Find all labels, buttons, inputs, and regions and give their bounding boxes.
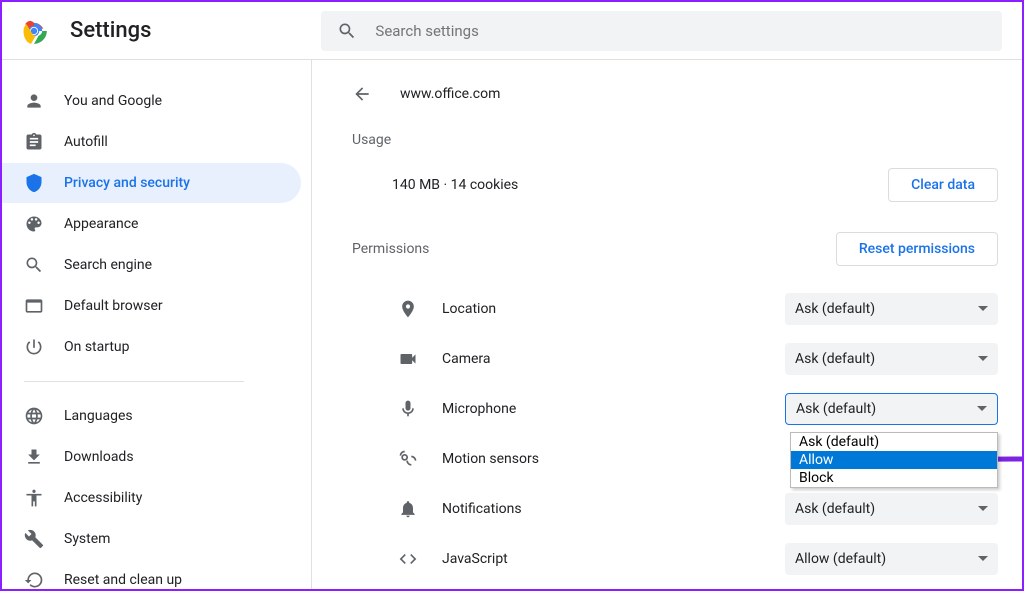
divider	[24, 381, 244, 382]
permission-label: Location	[442, 301, 785, 317]
permission-label: JavaScript	[442, 551, 785, 567]
camera-icon	[398, 349, 418, 369]
reset-icon	[24, 570, 44, 590]
permission-row-javascript: JavaScript Allow (default)	[352, 534, 1006, 584]
dropdown-option-allow[interactable]: Allow	[791, 451, 997, 469]
top-bar: Settings	[2, 2, 1022, 60]
bell-icon	[398, 499, 418, 519]
sidebar-item-you-and-google[interactable]: You and Google	[2, 81, 301, 121]
permission-label: Microphone	[442, 401, 785, 417]
download-icon	[24, 447, 44, 467]
palette-icon	[24, 214, 44, 234]
permissions-header: Permissions	[352, 241, 429, 257]
sidebar-item-label: Reset and clean up	[64, 572, 182, 588]
caret-down-icon	[978, 504, 988, 514]
sidebar-item-label: Privacy and security	[64, 175, 190, 191]
permission-select-microphone[interactable]: Ask (default)	[785, 393, 998, 425]
motion-sensor-icon	[398, 449, 418, 469]
globe-icon	[24, 406, 44, 426]
caret-down-icon	[978, 354, 988, 364]
chrome-logo-icon	[20, 17, 48, 45]
sidebar-item-accessibility[interactable]: Accessibility	[2, 478, 301, 518]
dropdown-option-ask[interactable]: Ask (default)	[791, 433, 997, 451]
sidebar-item-default-browser[interactable]: Default browser	[2, 286, 301, 326]
person-icon	[24, 91, 44, 111]
sidebar-item-languages[interactable]: Languages	[2, 396, 301, 436]
sidebar-item-appearance[interactable]: Appearance	[2, 204, 301, 244]
sidebar-item-privacy[interactable]: Privacy and security	[2, 163, 301, 203]
reset-permissions-button[interactable]: Reset permissions	[836, 232, 998, 266]
browser-icon	[24, 296, 44, 316]
sidebar-item-label: Autofill	[64, 134, 108, 150]
sidebar-item-label: System	[64, 531, 110, 547]
dropdown-option-block[interactable]: Block	[791, 469, 997, 487]
caret-down-icon	[978, 304, 988, 314]
caret-down-icon	[977, 404, 987, 414]
location-icon	[398, 299, 418, 319]
permission-row-notifications: Notifications Ask (default)	[352, 484, 1006, 534]
permission-select-location[interactable]: Ask (default)	[785, 293, 998, 325]
search-icon	[337, 21, 357, 41]
permission-label: Notifications	[442, 501, 785, 517]
sidebar-item-search[interactable]: Search engine	[2, 245, 301, 285]
shield-icon	[24, 173, 44, 193]
permission-select-camera[interactable]: Ask (default)	[785, 343, 998, 375]
clipboard-icon	[24, 132, 44, 152]
sidebar-item-label: Accessibility	[64, 490, 142, 506]
sidebar-item-label: Downloads	[64, 449, 134, 465]
permission-row-location: Location Ask (default)	[352, 284, 1006, 334]
usage-text: 140 MB · 14 cookies	[392, 177, 518, 193]
search-icon	[24, 255, 44, 275]
sidebar-item-label: Appearance	[64, 216, 138, 232]
permission-row-camera: Camera Ask (default)	[352, 334, 1006, 384]
code-icon	[398, 549, 418, 569]
caret-down-icon	[978, 554, 988, 564]
sidebar-item-label: You and Google	[64, 93, 162, 109]
search-container[interactable]	[321, 11, 1002, 51]
microphone-icon	[398, 399, 418, 419]
sidebar-item-downloads[interactable]: Downloads	[2, 437, 301, 477]
usage-header: Usage	[352, 132, 1006, 148]
back-arrow-icon[interactable]	[352, 84, 372, 104]
sidebar-item-label: Search engine	[64, 257, 152, 273]
permission-select-javascript[interactable]: Allow (default)	[785, 543, 998, 575]
permission-select-notifications[interactable]: Ask (default)	[785, 493, 998, 525]
sidebar-item-label: On startup	[64, 339, 130, 355]
permission-label: Camera	[442, 351, 785, 367]
accessibility-icon	[24, 488, 44, 508]
sidebar-item-startup[interactable]: On startup	[2, 327, 301, 367]
sidebar-item-system[interactable]: System	[2, 519, 301, 559]
search-input[interactable]	[375, 22, 986, 40]
sidebar: You and Google Autofill Privacy and secu…	[2, 60, 312, 589]
permission-row-microphone: Microphone Ask (default)	[352, 384, 1006, 434]
power-icon	[24, 337, 44, 357]
sidebar-item-label: Languages	[64, 408, 133, 424]
sidebar-item-label: Default browser	[64, 298, 163, 314]
page-title: Settings	[70, 18, 151, 43]
dropdown-menu: Ask (default) Allow Block	[790, 432, 998, 488]
wrench-icon	[24, 529, 44, 549]
sidebar-item-autofill[interactable]: Autofill	[2, 122, 301, 162]
content: www.office.com Usage 140 MB · 14 cookies…	[312, 60, 1022, 589]
sidebar-item-reset[interactable]: Reset and clean up	[2, 560, 301, 600]
clear-data-button[interactable]: Clear data	[888, 168, 998, 202]
site-url: www.office.com	[400, 86, 500, 102]
